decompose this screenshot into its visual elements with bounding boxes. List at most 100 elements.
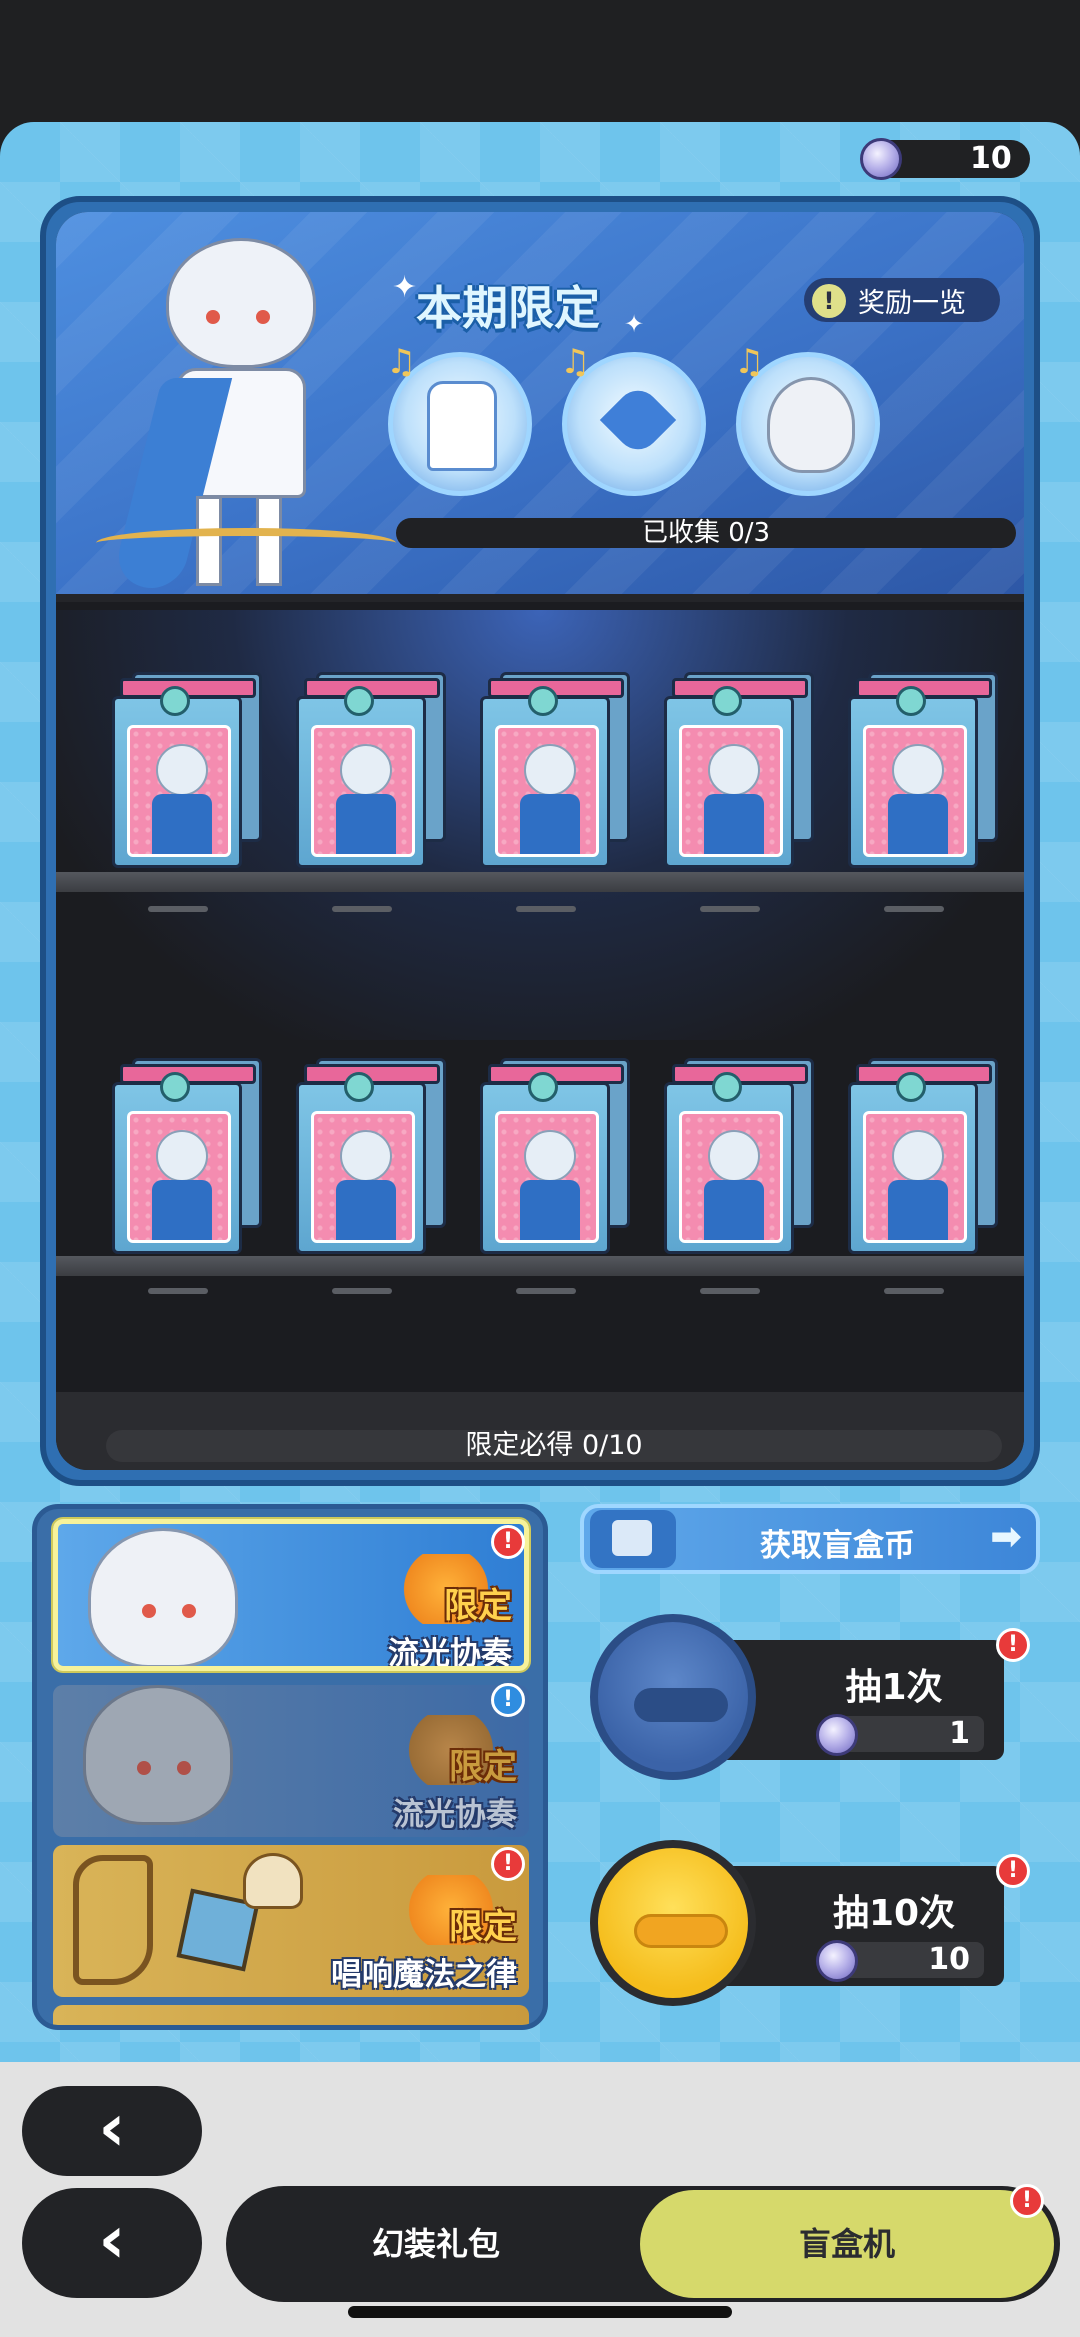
dial-bar xyxy=(634,1688,728,1722)
music-note-icon: ♫ xyxy=(560,342,591,382)
blind-box-coin-icon xyxy=(816,1714,858,1756)
chibi-head xyxy=(524,1130,576,1182)
tab-costume-pack[interactable]: 幻装礼包 xyxy=(226,2186,646,2302)
chevron-left-icon: ‹ xyxy=(98,2089,126,2166)
coin-badge-icon xyxy=(344,686,374,716)
draw-ten-button[interactable]: 抽10次 10 ! xyxy=(584,1836,1030,2008)
coin-badge-icon xyxy=(160,1072,190,1102)
shelf-slot-mark xyxy=(148,906,208,912)
back-button[interactable]: ‹ xyxy=(22,2188,202,2298)
music-note-icon: ♫ xyxy=(386,342,417,382)
music-harp-icon xyxy=(73,1855,153,1985)
blind-box[interactable] xyxy=(112,1058,262,1254)
coin-badge-icon xyxy=(528,1072,558,1102)
rewards-overview-button[interactable]: ! 奖励一览 xyxy=(804,278,1000,322)
chibi-head xyxy=(340,744,392,796)
chibi-head xyxy=(892,1130,944,1182)
blind-box-coin-icon xyxy=(816,1940,858,1982)
chibi-body xyxy=(704,1180,764,1240)
blind-box[interactable] xyxy=(296,1058,446,1254)
tab-bar: 幻装礼包 盲盒机 xyxy=(226,2186,1060,2302)
coin-badge-icon xyxy=(344,1072,374,1102)
dial-bar xyxy=(634,1914,728,1948)
coin-badge-icon xyxy=(528,686,558,716)
shelf-slot-mark xyxy=(700,906,760,912)
currency-display[interactable]: 10 xyxy=(860,138,1030,180)
character-eye xyxy=(137,1761,151,1775)
box-front xyxy=(296,1082,426,1254)
blind-box[interactable] xyxy=(664,1058,814,1254)
blind-box[interactable] xyxy=(848,1058,998,1254)
blind-box[interactable] xyxy=(848,672,998,868)
get-blind-box-coins-button[interactable]: 获取盲盒币 ➡ xyxy=(580,1504,1040,1574)
blind-box[interactable] xyxy=(480,672,630,868)
chibi-body xyxy=(520,1180,580,1240)
pool-card[interactable]: 限定 流光协奏 xyxy=(53,1685,529,1837)
collection-progress-bar: 已收集 0/3 xyxy=(396,518,1016,548)
character-eye xyxy=(182,1604,196,1618)
tab-blind-box-machine[interactable]: 盲盒机 xyxy=(640,2190,1054,2298)
blind-box[interactable] xyxy=(664,672,814,868)
currency-amount: 10 xyxy=(970,141,1012,176)
coin-badge-icon xyxy=(160,686,190,716)
coin-shirt-icon xyxy=(590,1510,676,1568)
alert-badge: ! xyxy=(996,1854,1030,1888)
blind-box[interactable] xyxy=(296,672,446,868)
pool-limited-tag: 限定 xyxy=(449,1747,517,1787)
gold-dial-icon xyxy=(590,1840,756,2006)
box-front xyxy=(664,1082,794,1254)
shelf-row-2 xyxy=(56,1002,1024,1402)
limited-banner: 本期限定 ✦ ✦ ! 奖励一览 ♫ ♫ ♫ 已收集 0/3 xyxy=(56,212,1024,602)
pool-card-selected[interactable]: 限定 流光协奏 xyxy=(53,1519,529,1671)
blind-box[interactable] xyxy=(480,1058,630,1254)
pool-name: 唱响魔法之律 xyxy=(331,1957,517,1993)
chibi-body xyxy=(704,794,764,854)
character-eye xyxy=(177,1761,191,1775)
chibi-body xyxy=(336,794,396,854)
alert-badge: ! xyxy=(1010,2184,1044,2218)
box-card xyxy=(311,1111,415,1243)
rewards-overview-label: 奖励一览 xyxy=(858,287,966,319)
gold-ribbon xyxy=(96,528,396,558)
draw-once-button[interactable]: 抽1次 1 ! xyxy=(584,1610,1030,1782)
character-eye xyxy=(142,1604,156,1618)
chibi-body xyxy=(152,1180,212,1240)
box-card xyxy=(495,725,599,857)
home-indicator xyxy=(348,2306,732,2318)
alert-badge: ! xyxy=(996,1628,1030,1662)
box-card xyxy=(863,725,967,857)
shirt-shape xyxy=(612,1520,652,1556)
banner-title: 本期限定 xyxy=(416,281,600,335)
music-note-icon: ♫ xyxy=(734,342,765,382)
chibi-body xyxy=(888,1180,948,1240)
box-card xyxy=(863,1111,967,1243)
shelf-slot-mark xyxy=(148,1288,208,1294)
exclamation-icon: ! xyxy=(812,284,846,318)
box-front xyxy=(848,696,978,868)
box-card xyxy=(495,1111,599,1243)
blind-box-machine: 本期限定 ✦ ✦ ! 奖励一览 ♫ ♫ ♫ 已收集 0/3 限定必得 0/10 xyxy=(40,196,1040,1486)
chibi-head xyxy=(708,744,760,796)
back-button-upper[interactable]: ‹ xyxy=(22,2086,202,2176)
shelf-slot-mark xyxy=(884,1288,944,1294)
guarantee-progress-bar: 限定必得 0/10 xyxy=(106,1430,1002,1462)
shelf-board xyxy=(56,872,1024,892)
pool-list[interactable]: 限定 流光协奏 ! 限定 流光协奏 ! 限定 唱响魔法之律 ! xyxy=(32,1504,548,2030)
chibi-head xyxy=(156,1130,208,1182)
sparkle-icon: ✦ xyxy=(392,270,418,305)
coin-badge-icon xyxy=(896,1072,926,1102)
character-illustration xyxy=(96,228,396,598)
box-card xyxy=(679,1111,783,1243)
box-card xyxy=(127,725,231,857)
pool-name: 流光协奏 xyxy=(393,1797,517,1833)
pool-card-partial[interactable] xyxy=(53,2005,529,2025)
box-front xyxy=(848,1082,978,1254)
alert-badge: ! xyxy=(491,1847,525,1881)
shelf-slot-mark xyxy=(884,906,944,912)
blind-box[interactable] xyxy=(112,672,262,868)
pool-limited-tag: 限定 xyxy=(449,1907,517,1947)
shelf-slot-mark xyxy=(332,906,392,912)
alert-badge: ! xyxy=(491,1525,525,1559)
pool-card[interactable]: 限定 唱响魔法之律 xyxy=(53,1845,529,1997)
hair-shape xyxy=(767,377,855,473)
